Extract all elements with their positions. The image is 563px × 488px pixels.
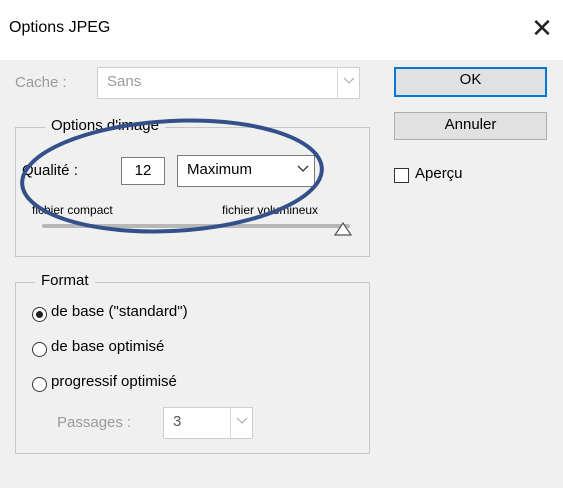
image-options-legend: Options d'image	[45, 117, 165, 134]
window-title: Options JPEG	[9, 19, 111, 36]
radio-progressive-label: progressif optimisé	[51, 373, 177, 390]
radio-baseline-standard-label: de base ("standard")	[51, 303, 188, 320]
cache-label: Cache :	[15, 74, 67, 91]
quality-slider-track[interactable]	[42, 224, 350, 228]
ok-button[interactable]: OK	[394, 67, 547, 97]
passes-select: 3	[163, 407, 253, 439]
chevron-down-icon	[337, 68, 359, 98]
slider-min-label: fichier compact	[32, 203, 113, 217]
format-legend: Format	[35, 272, 95, 289]
chevron-down-icon	[230, 408, 252, 438]
preview-checkbox[interactable]	[394, 168, 409, 183]
cache-select: Sans	[97, 67, 360, 99]
quality-preset-select[interactable]: Maximum	[177, 155, 315, 187]
chevron-down-icon	[292, 156, 314, 186]
quality-slider-thumb[interactable]	[334, 222, 352, 236]
passes-label: Passages :	[57, 414, 132, 431]
close-icon[interactable]: ✕	[528, 14, 556, 42]
quality-input[interactable]: 12	[121, 157, 165, 185]
cancel-button[interactable]: Annuler	[394, 112, 547, 140]
radio-baseline-optimized[interactable]	[32, 342, 47, 357]
radio-progressive[interactable]	[32, 377, 47, 392]
quality-label: Qualité :	[22, 162, 78, 179]
cache-select-value: Sans	[107, 73, 142, 90]
radio-baseline-standard[interactable]	[32, 307, 47, 322]
radio-selected-dot	[36, 311, 43, 318]
title-bar: Options JPEG ✕	[0, 0, 563, 60]
passes-select-value: 3	[173, 413, 182, 430]
slider-max-label: fichier volumineux	[222, 203, 319, 217]
image-options-group	[15, 127, 370, 257]
radio-baseline-optimized-label: de base optimisé	[51, 338, 165, 355]
preview-label: Aperçu	[415, 165, 463, 182]
quality-preset-value: Maximum	[187, 161, 253, 178]
